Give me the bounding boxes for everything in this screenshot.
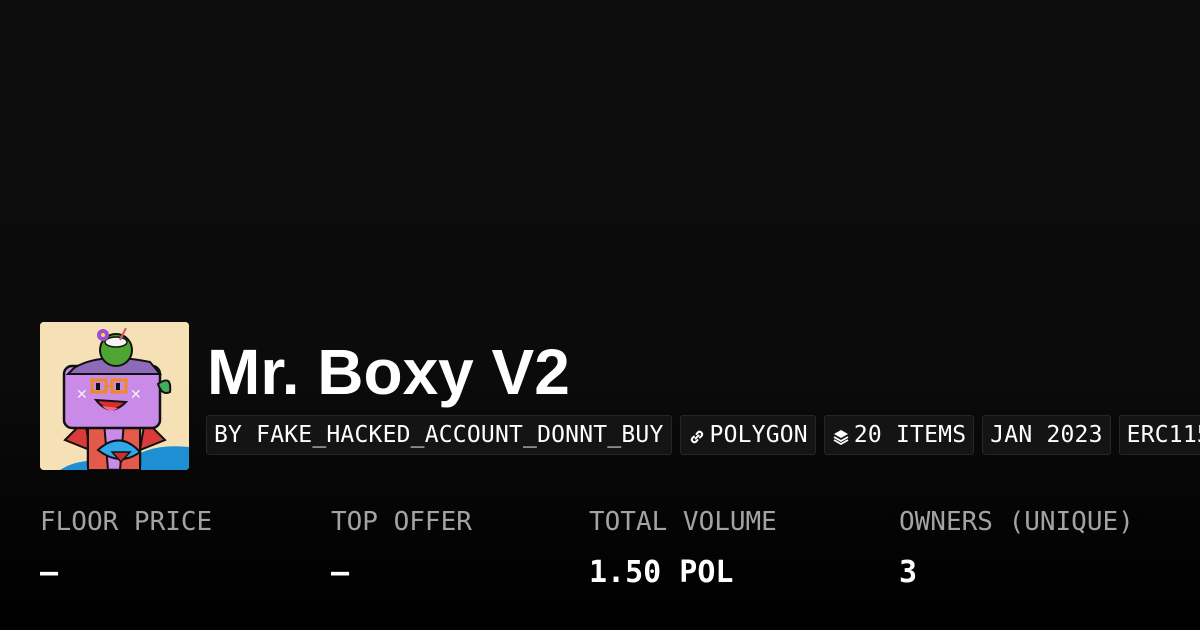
stat-label: TOTAL VOLUME (589, 507, 777, 537)
svg-text:✕: ✕ (76, 387, 88, 403)
layers-icon (832, 426, 850, 446)
collection-meta-chips: BY FAKE_HACKED_ACCOUNT_DONNT_BUY POLYGON… (206, 415, 1200, 455)
stat-value: 1.50 POL (589, 555, 734, 590)
svg-text:✕: ✕ (130, 387, 142, 403)
chain-label: POLYGON (709, 422, 808, 448)
stat-top-offer: TOP OFFER – (331, 505, 472, 593)
token-standard-label: ERC1155 (1126, 422, 1200, 448)
stat-value: – (40, 555, 59, 590)
items-chip: 20 ITEMS (823, 415, 975, 455)
stat-floor-price: FLOOR PRICE – (40, 505, 212, 593)
creator-label: BY FAKE_HACKED_ACCOUNT_DONNT_BUY (214, 422, 664, 448)
collection-title: Mr. Boxy V2 (207, 336, 570, 408)
stat-label: OWNERS (UNIQUE) (899, 507, 1134, 537)
chain-chip[interactable]: POLYGON (679, 415, 816, 455)
stat-value: 3 (899, 555, 918, 590)
mr-boxy-illustration: ✕ ✕ (40, 322, 189, 470)
stat-value: – (331, 555, 350, 590)
stat-label: FLOOR PRICE (40, 507, 213, 537)
stat-owners: OWNERS (UNIQUE) 3 (899, 505, 1134, 593)
created-date-label: JAN 2023 (990, 422, 1103, 448)
collection-avatar[interactable]: ✕ ✕ (40, 322, 189, 470)
token-standard-chip: ERC1155 (1118, 415, 1200, 455)
creator-chip[interactable]: BY FAKE_HACKED_ACCOUNT_DONNT_BUY (206, 415, 672, 455)
items-label: 20 ITEMS (853, 422, 967, 448)
created-date-chip: JAN 2023 (982, 415, 1111, 455)
stat-label: TOP OFFER (331, 507, 472, 537)
stat-total-volume: TOTAL VOLUME 1.50 POL (589, 505, 777, 593)
link-icon (688, 426, 706, 444)
collection-stats: FLOOR PRICE – TOP OFFER – TOTAL VOLUME 1… (0, 505, 1200, 605)
